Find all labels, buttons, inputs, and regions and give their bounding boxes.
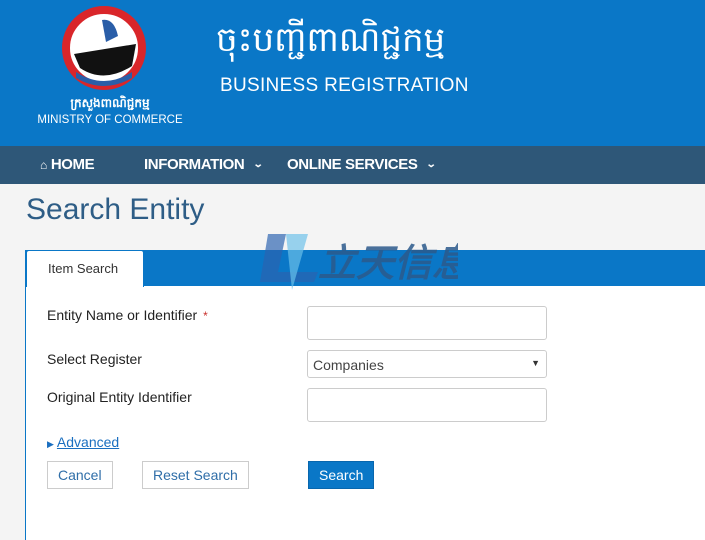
nav-information[interactable]: INFORMATION ⌄ xyxy=(144,156,264,173)
search-panel: Item Search Entity Name or Identifier * S… xyxy=(25,250,705,540)
select-register-label: Select Register xyxy=(47,351,142,367)
required-mark: * xyxy=(203,309,208,323)
chevron-down-icon: ⌄ xyxy=(426,159,437,170)
home-icon: ⌂ xyxy=(40,157,47,172)
page-title: Search Entity xyxy=(26,193,205,226)
nav-online-services[interactable]: ONLINE SERVICES ⌄ xyxy=(287,156,437,173)
khmer-title: ចុះបញ្ជីពាណិជ្ជកម្ម xyxy=(216,20,446,60)
search-button[interactable]: Search xyxy=(308,461,375,489)
svg-text:立天信息: 立天信息 xyxy=(318,241,458,285)
nav-home[interactable]: ⌂ HOME xyxy=(40,156,95,173)
chevron-down-icon: ⌄ xyxy=(253,159,264,170)
cancel-button[interactable]: Cancel xyxy=(47,461,113,489)
original-identifier-input[interactable] xyxy=(307,388,547,422)
logo-khmer-text: ក្រសួងពាណិជ្ជកម្ម xyxy=(70,96,150,110)
advanced-link[interactable]: Advanced xyxy=(57,434,119,450)
main-nav: ⌂ HOME INFORMATION ⌄ ONLINE SERVICES ⌄ xyxy=(0,146,705,184)
original-identifier-label: Original Entity Identifier xyxy=(47,389,192,405)
ministry-logo[interactable] xyxy=(62,6,146,90)
dropdown-arrow-icon: ▼ xyxy=(531,358,540,368)
caret-right-icon: ▶ xyxy=(47,439,54,449)
advanced-toggle[interactable]: ▶ Advanced xyxy=(47,434,119,450)
watermark-logo: 立天信息 xyxy=(260,234,458,290)
site-header: ក្រសួងពាណិជ្ជកម្ម MINISTRY OF COMMERCE ច… xyxy=(0,0,705,146)
entity-name-input[interactable] xyxy=(307,306,547,340)
reset-search-button[interactable]: Reset Search xyxy=(142,461,249,489)
ministry-name: MINISTRY OF COMMERCE xyxy=(37,114,183,126)
site-title: BUSINESS REGISTRATION xyxy=(220,75,469,96)
entity-name-label: Entity Name or Identifier * xyxy=(47,307,208,323)
tab-item-search[interactable]: Item Search xyxy=(26,250,144,287)
register-select[interactable]: Companies ▼ xyxy=(307,350,547,378)
